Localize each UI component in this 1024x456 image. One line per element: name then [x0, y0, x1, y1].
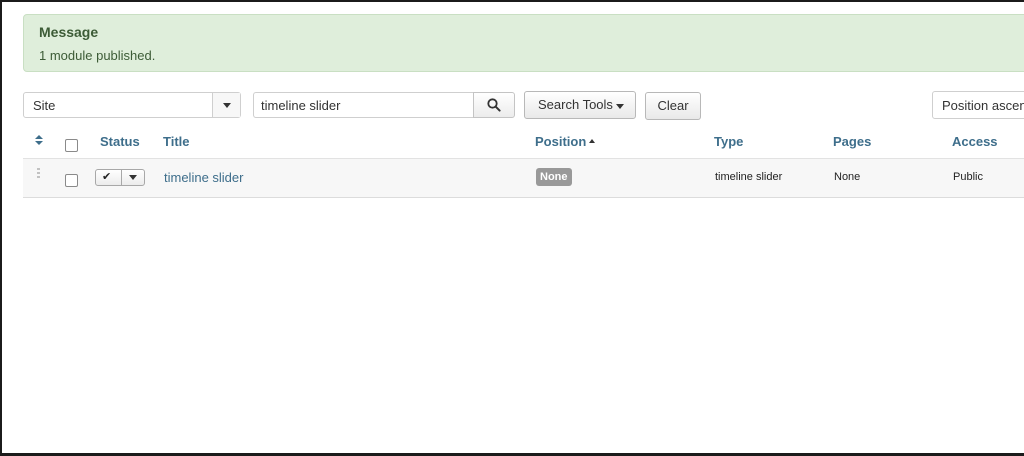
- sort-ascending-icon: [589, 138, 596, 143]
- message-text: 1 module published.: [39, 48, 156, 63]
- chevron-down-icon: [223, 103, 231, 108]
- check-icon[interactable]: ✔: [102, 170, 111, 185]
- column-header-type[interactable]: Type: [714, 134, 743, 149]
- column-header-position-label: Position: [535, 134, 587, 149]
- status-toggle[interactable]: ✔: [95, 169, 145, 186]
- sort-icon[interactable]: [34, 134, 44, 148]
- column-header-title[interactable]: Title: [163, 134, 190, 149]
- module-title-link[interactable]: timeline slider: [164, 170, 243, 185]
- clear-button[interactable]: Clear: [645, 92, 701, 120]
- search-tools-button[interactable]: Search Tools: [524, 91, 636, 119]
- client-select-toggle[interactable]: [212, 93, 240, 117]
- search-tools-label: Search Tools: [538, 97, 613, 112]
- column-header-access[interactable]: Access: [952, 134, 998, 149]
- ordering-select-value: Position ascending: [942, 98, 1024, 113]
- client-select[interactable]: Site: [23, 92, 241, 118]
- type-cell: timeline slider: [715, 171, 783, 183]
- row-checkbox[interactable]: [65, 174, 78, 187]
- chevron-down-icon[interactable]: [129, 175, 137, 180]
- drag-handle-icon[interactable]: [37, 168, 40, 182]
- column-header-status[interactable]: Status: [100, 134, 140, 149]
- position-badge: None: [536, 168, 572, 186]
- client-select-value: Site: [33, 98, 56, 113]
- access-cell: Public: [953, 171, 983, 183]
- ordering-select[interactable]: Position ascending: [932, 91, 1024, 119]
- table-row: ✔ timeline slider None timeline slider N…: [23, 158, 1024, 198]
- column-header-pages[interactable]: Pages: [833, 134, 871, 149]
- message-heading: Message: [39, 24, 99, 40]
- column-header-position[interactable]: Position: [535, 134, 596, 149]
- search-icon: [487, 98, 501, 112]
- pages-cell: None: [834, 171, 861, 183]
- chevron-down-icon: [616, 104, 624, 109]
- search-button[interactable]: [473, 92, 515, 118]
- app-window: Message 1 module published. Site Search …: [2, 2, 1024, 453]
- search-input[interactable]: [253, 92, 474, 118]
- message-alert: Message 1 module published.: [23, 14, 1024, 72]
- select-all-checkbox[interactable]: [65, 139, 78, 152]
